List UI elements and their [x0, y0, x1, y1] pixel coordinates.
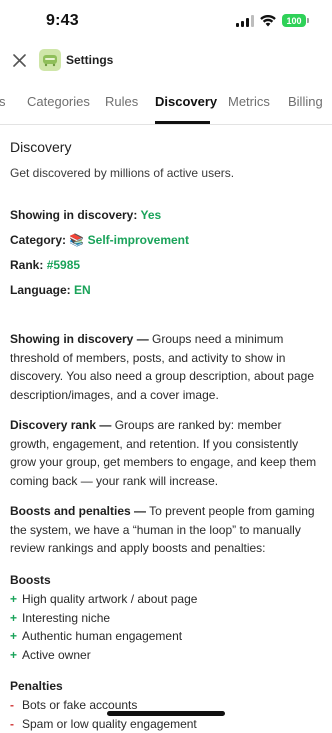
app-icon — [39, 49, 61, 71]
list-item: +Active owner — [10, 646, 197, 665]
rank-value: #5985 — [47, 258, 80, 272]
signal-icon — [236, 15, 254, 27]
home-indicator — [107, 711, 225, 716]
category-value: Self-improvement — [88, 233, 189, 247]
plus-icon: + — [10, 590, 22, 609]
language-label: Language: — [10, 283, 71, 297]
minus-icon: - — [10, 696, 22, 715]
close-button[interactable] — [10, 51, 28, 69]
wifi-icon — [260, 15, 276, 27]
close-icon — [13, 54, 26, 67]
category-label: Category: — [10, 233, 66, 247]
plus-icon: + — [10, 627, 22, 646]
list-item: +Interesting niche — [10, 609, 197, 628]
showing-info: Showing in discovery — Groups need a min… — [10, 330, 324, 404]
showing-info-heading: Showing in discovery — — [10, 332, 149, 346]
list-item: +Authentic human engagement — [10, 627, 197, 646]
section-subtitle: Get discovered by millions of active use… — [10, 166, 234, 180]
list-item: +High quality artwork / about page — [10, 590, 197, 609]
rank-info: Discovery rank — Groups are ranked by: m… — [10, 416, 324, 490]
rank-label: Rank: — [10, 258, 43, 272]
section-title: Discovery — [10, 139, 71, 155]
status-time: 9:43 — [46, 12, 79, 30]
tab-billing[interactable]: Billing — [288, 94, 323, 109]
showing-label: Showing in discovery: — [10, 208, 137, 222]
boosts-list: +High quality artwork / about page +Inte… — [10, 590, 197, 664]
rank-stat: Rank: #5985 — [10, 258, 80, 272]
penalties-heading: Penalties — [10, 679, 63, 693]
language-value: EN — [74, 283, 91, 297]
page-title: Settings — [66, 53, 113, 67]
minus-icon: - — [10, 715, 22, 733]
tab-discovery[interactable]: Discovery — [155, 94, 217, 109]
showing-value: Yes — [140, 208, 161, 222]
boosts-info-heading: Boosts and penalties — — [10, 504, 146, 518]
boosts-heading: Boosts — [10, 573, 51, 587]
tab-categories[interactable]: Categories — [27, 94, 90, 109]
tab-partial[interactable]: s — [0, 94, 6, 109]
tab-bar: s Categories Rules Discovery Metrics Bil… — [0, 80, 332, 125]
tab-rules[interactable]: Rules — [105, 94, 138, 109]
books-icon: 📚 — [69, 233, 84, 247]
language-stat: Language: EN — [10, 283, 91, 297]
active-tab-indicator — [155, 121, 210, 124]
plus-icon: + — [10, 609, 22, 628]
top-bar: Settings — [0, 44, 332, 78]
battery-icon: 100 — [282, 14, 306, 27]
boosts-info: Boosts and penalties — To prevent people… — [10, 502, 324, 558]
status-bar: 9:43 100 — [0, 0, 332, 44]
status-icons: 100 — [236, 14, 306, 27]
category-stat: Category: 📚 Self-improvement — [10, 233, 189, 247]
rank-info-heading: Discovery rank — — [10, 418, 111, 432]
showing-stat: Showing in discovery: Yes — [10, 208, 161, 222]
tab-metrics[interactable]: Metrics — [228, 94, 270, 109]
list-item: -Spam or low quality engagement — [10, 715, 197, 733]
plus-icon: + — [10, 646, 22, 665]
